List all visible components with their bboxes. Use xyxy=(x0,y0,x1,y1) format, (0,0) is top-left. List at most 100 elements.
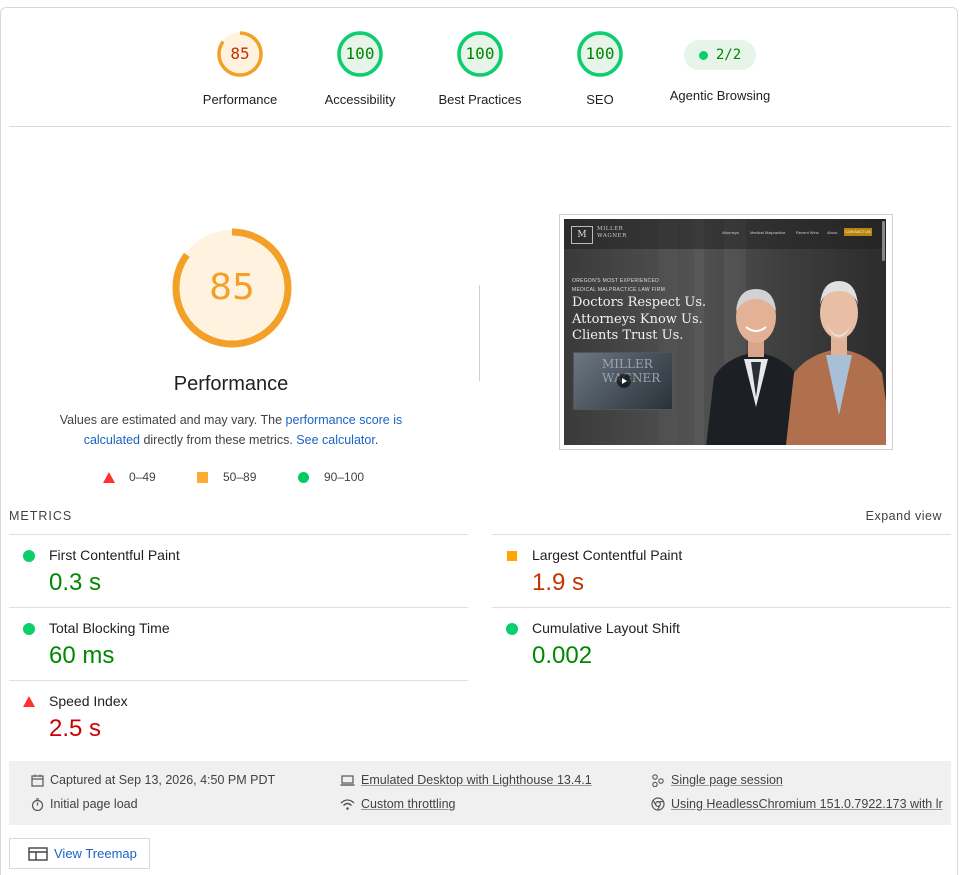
captured-text: Captured at Sep 13, 2026, 4:50 PM PDT xyxy=(50,773,276,787)
video-text: MILLER WAGNER xyxy=(602,357,661,385)
pass-circle-icon xyxy=(23,623,35,635)
site-video-thumbnail: MILLER WAGNER xyxy=(573,352,673,410)
person-tan-jacket-svg xyxy=(786,281,886,445)
captured-at: Captured at Sep 13, 2026, 4:50 PM PDT xyxy=(31,773,275,787)
chrome-icon xyxy=(651,797,665,811)
legend-fail: 0–49 xyxy=(103,470,156,484)
performance-score: 85 xyxy=(209,267,255,308)
logo-line: MILLER xyxy=(597,226,624,232)
metric-name: Total Blocking Time xyxy=(49,620,170,636)
gauge-ring: 85 xyxy=(216,30,264,78)
gauge-ring: 100 xyxy=(456,30,504,78)
legend-range: 50–89 xyxy=(223,470,257,484)
average-square-icon xyxy=(197,471,208,483)
pass-dot-icon xyxy=(698,50,708,60)
final-screenshot[interactable]: M MILLER WAGNER Attorneys Medical Malpra… xyxy=(559,214,893,450)
gauge-accessibility[interactable]: 100 Accessibility xyxy=(300,30,420,107)
performance-description: Values are estimated and may vary. The p… xyxy=(50,410,412,450)
site-nav-item: Recent Wins xyxy=(796,230,819,235)
throttling-text: Custom throttling xyxy=(361,797,456,811)
metric-value: 1.9 s xyxy=(532,569,585,596)
metric-value: 0.3 s xyxy=(49,569,102,596)
vertical-divider xyxy=(479,285,480,381)
kicker-line: MEDICAL MALPRACTICE LAW FIRM xyxy=(572,287,666,293)
metric-value: 0.002 xyxy=(532,642,593,669)
gauge-best-practices[interactable]: 100 Best Practices xyxy=(420,30,540,107)
metric-name: First Contentful Paint xyxy=(49,547,180,563)
session-type[interactable]: Single page session xyxy=(651,773,783,787)
gauge-performance[interactable]: 85 Performance xyxy=(180,30,300,107)
desc-text: directly from these metrics. xyxy=(139,433,297,447)
legend-average: 50–89 xyxy=(197,470,256,484)
fail-triangle-icon xyxy=(103,471,115,483)
initial-load-text: Initial page load xyxy=(50,797,138,811)
headline-line: Attorneys Know Us. xyxy=(572,311,703,327)
metric-name: Cumulative Layout Shift xyxy=(532,620,680,636)
laptop-icon xyxy=(340,774,355,786)
kicker-line: OREGON'S MOST EXPERIENCED xyxy=(572,278,659,284)
performance-big-gauge: 85 xyxy=(170,226,294,350)
site-cta: CONTACT US xyxy=(844,228,872,236)
treemap-icon xyxy=(28,846,48,861)
gauge-ring: 100 xyxy=(576,30,624,78)
gauge-score: 100 xyxy=(585,44,615,63)
metric-first-contentful-paint: First Contentful Paint 0.3 s xyxy=(9,534,468,607)
metric-value: 2.5 s xyxy=(49,715,102,742)
legend-range: 90–100 xyxy=(324,470,365,484)
site-nav-item: About xyxy=(827,230,838,235)
pass-circle-icon xyxy=(23,550,35,562)
average-square-icon xyxy=(507,551,517,561)
score-gauges-row: 85 Performance 100 Accessibility 100 Bes… xyxy=(0,30,960,120)
session-icon xyxy=(652,773,664,787)
gauge-label: Best Practices xyxy=(438,92,522,107)
metric-value: 60 ms xyxy=(49,642,115,669)
wifi-icon xyxy=(340,798,355,810)
pass-circle-icon xyxy=(506,623,518,635)
metric-cumulative-layout-shift: Cumulative Layout Shift 0.002 xyxy=(492,607,951,680)
screenshot-image: M MILLER WAGNER Attorneys Medical Malpra… xyxy=(564,219,886,445)
site-logo-icon: M xyxy=(571,226,593,244)
expand-view-toggle[interactable]: Expand view xyxy=(866,509,942,523)
metric-speed-index: Speed Index 2.5 s xyxy=(9,680,468,753)
desc-text: . xyxy=(374,433,379,447)
emulated-text: Emulated Desktop with Lighthouse 13.4.1 xyxy=(361,773,592,787)
gauge-label: Performance xyxy=(202,92,278,107)
gauge-ring: 100 xyxy=(336,30,384,78)
gauge-score: 100 xyxy=(465,44,495,63)
see-calculator-link[interactable]: See calculator xyxy=(296,433,375,447)
session-text: Single page session xyxy=(671,773,783,787)
metric-name: Largest Contentful Paint xyxy=(532,547,683,563)
browser-text: Using HeadlessChromium 151.0.7922.173 wi… xyxy=(671,797,943,811)
calendar-icon xyxy=(31,774,44,787)
site-nav-item: Medical Malpractice xyxy=(750,230,786,235)
metrics-heading: METRICS xyxy=(9,509,73,523)
pass-circle-icon xyxy=(298,471,309,483)
gauge-label: Agentic Browsing xyxy=(669,88,771,103)
browser-version[interactable]: Using HeadlessChromium 151.0.7922.173 wi… xyxy=(651,797,943,811)
gauge-seo[interactable]: 100 SEO xyxy=(540,30,660,107)
throttling[interactable]: Custom throttling xyxy=(340,797,455,811)
gauge-label: Accessibility xyxy=(324,92,396,107)
initial-load: Initial page load xyxy=(31,797,138,811)
headline-line: Clients Trust Us. xyxy=(572,328,684,343)
site-logo-text: MILLER WAGNER xyxy=(597,226,627,240)
agentic-score: 2/2 xyxy=(715,47,742,63)
gauge-score: 85 xyxy=(230,44,250,63)
legend-pass: 90–100 xyxy=(298,470,364,484)
agentic-pill: 2/2 xyxy=(684,40,756,70)
metric-name: Speed Index xyxy=(49,693,128,709)
divider xyxy=(9,126,951,127)
metric-total-blocking-time: Total Blocking Time 60 ms xyxy=(9,607,468,680)
gauge-score: 100 xyxy=(345,44,375,63)
desc-text: Values are estimated and may vary. The xyxy=(59,413,286,427)
gauge-agentic-browsing[interactable]: 2/2 Agentic Browsing xyxy=(660,30,780,103)
headline-line: Doctors Respect Us. xyxy=(572,295,707,310)
fail-triangle-icon xyxy=(23,696,35,707)
stopwatch-icon xyxy=(31,797,44,811)
logo-line: WAGNER xyxy=(597,233,627,239)
view-treemap-button[interactable]: View Treemap xyxy=(9,838,150,869)
runtime-info-panel: Captured at Sep 13, 2026, 4:50 PM PDT In… xyxy=(9,761,951,825)
metric-largest-contentful-paint: Largest Contentful Paint 1.9 s xyxy=(492,534,951,607)
emulated-device[interactable]: Emulated Desktop with Lighthouse 13.4.1 xyxy=(340,773,592,787)
site-kicker: OREGON'S MOST EXPERIENCED MEDICAL MALPRA… xyxy=(572,277,665,295)
